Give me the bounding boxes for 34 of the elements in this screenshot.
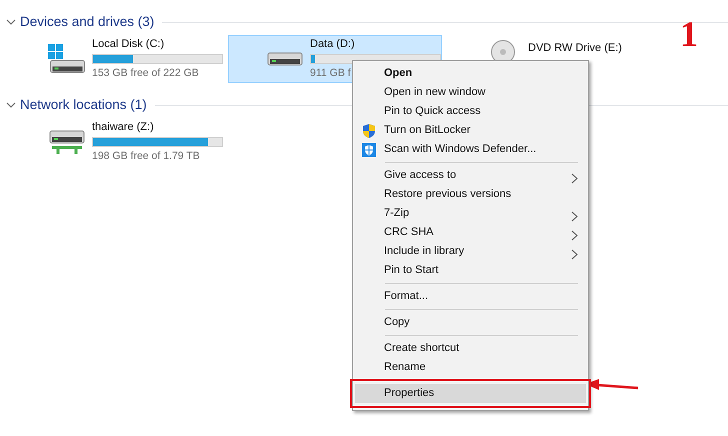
menu-item[interactable]: Open in new window	[355, 83, 586, 102]
menu-item[interactable]: Pin to Quick access	[355, 102, 586, 121]
drive-name: Local Disk (C:)	[92, 36, 164, 52]
menu-item[interactable]: Turn on BitLocker	[355, 121, 586, 140]
collapse-chevron-icon[interactable]	[6, 17, 16, 27]
menu-item[interactable]: Give access to	[355, 166, 586, 185]
free-space-text: 198 GB free of 1.79 TB	[92, 149, 200, 164]
menu-item[interactable]: Format...	[355, 287, 586, 306]
free-space-text: 153 GB free of 222 GB	[92, 66, 199, 82]
drive-name: thaiware (Z:)	[92, 120, 154, 135]
collapse-chevron-icon[interactable]	[6, 100, 16, 110]
drive-tile[interactable]: Local Disk (C:) 153 GB free of 222 GB	[10, 35, 224, 83]
menu-item[interactable]: Create shortcut	[355, 339, 586, 358]
drive-tile[interactable]: thaiware (Z:) 198 GB free of 1.79 TB	[10, 118, 224, 166]
shield-icon	[361, 122, 377, 138]
menu-item[interactable]: Restore previous versions	[355, 185, 586, 204]
menu-item[interactable]: Pin to Start	[355, 261, 586, 280]
group-header[interactable]: Devices and drives (3)	[20, 12, 154, 32]
free-space-text: 911 GB f	[310, 66, 351, 82]
drive-name: Data (D:)	[310, 36, 355, 52]
menu-item[interactable]: CRC SHA	[355, 223, 586, 242]
menu-item[interactable]: Rename	[355, 358, 586, 377]
menu-item[interactable]: Scan with Windows Defender...	[355, 140, 586, 159]
menu-item[interactable]: 7-Zip	[355, 204, 586, 223]
system-drive-icon	[48, 44, 86, 74]
menu-item[interactable]: Include in library	[355, 242, 586, 261]
step-number: 1	[680, 16, 698, 52]
hard-drive-icon	[267, 52, 303, 66]
network-drive-icon	[49, 130, 85, 154]
group-header[interactable]: Network locations (1)	[20, 94, 147, 116]
defender-shield-icon	[361, 142, 377, 158]
menu-item[interactable]: Properties	[355, 384, 586, 403]
menu-item[interactable]: Copy	[355, 313, 586, 332]
drive-name: DVD RW Drive (E:)	[528, 41, 622, 56]
